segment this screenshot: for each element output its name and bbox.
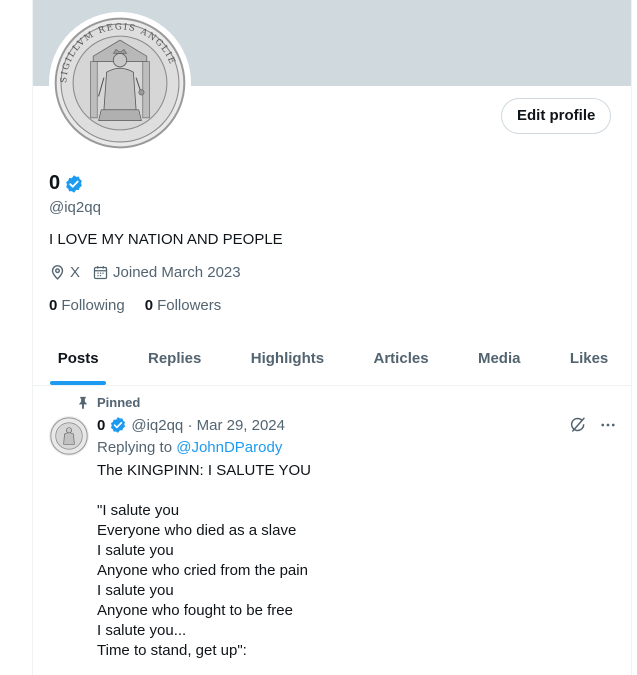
profile-meta: X Joined March 2023 [49, 264, 253, 281]
post-text: The KINGPINN: I SALUTE YOU "I salute you… [97, 462, 311, 659]
post-actions [569, 416, 617, 434]
verified-icon[interactable] [64, 174, 84, 194]
followers-link[interactable]: 0 Followers [145, 297, 222, 314]
tab-likes[interactable]: Likes [545, 334, 631, 385]
profile-location: X [49, 264, 80, 281]
verified-icon[interactable] [109, 416, 127, 434]
calendar-icon [93, 266, 108, 280]
profile-name-row: 0 [49, 172, 84, 195]
post-avatar[interactable] [49, 416, 89, 456]
profile-handle: @iq2qq [49, 199, 101, 216]
profile-joined: Joined March 2023 [92, 264, 241, 281]
following-link[interactable]: 0 Following [49, 297, 125, 314]
tab-highlights[interactable]: Highlights [226, 334, 349, 385]
replying-to: Replying to @JohnDParody [97, 439, 283, 456]
tab-replies[interactable]: Replies [123, 334, 226, 385]
profile-tabs: Posts Replies Highlights Articles Media … [33, 334, 631, 386]
post-header: 0 @iq2qq · Mar 29, 2024 [97, 416, 285, 434]
tab-articles[interactable]: Articles [349, 334, 453, 385]
pin-icon [78, 396, 88, 409]
post-author-name[interactable]: 0 [97, 417, 105, 434]
profile-page: SIGILLVM REGIS ANGLIE Edit profile 0 @iq… [32, 0, 632, 675]
post-meta[interactable]: @iq2qq · Mar 29, 2024 [131, 417, 285, 434]
replying-to-link[interactable]: @JohnDParody [176, 439, 282, 456]
edit-profile-button[interactable]: Edit profile [501, 98, 612, 134]
active-tab-indicator [50, 381, 107, 385]
joined-text: Joined March 2023 [113, 264, 241, 281]
location-text: X [70, 264, 81, 281]
follow-stats: 0 Following 0 Followers [49, 297, 221, 314]
more-icon[interactable] [599, 416, 617, 434]
profile-bio: I LOVE MY NATION AND PEOPLE [49, 231, 283, 248]
pinned-post[interactable]: Pinned 0 @iq2qq · Mar 29, 2024 Replying … [33, 386, 631, 675]
pinned-indicator: Pinned [77, 395, 140, 410]
location-icon [51, 265, 64, 280]
seal-image-small [50, 417, 88, 455]
tab-posts[interactable]: Posts [33, 334, 123, 385]
tab-media[interactable]: Media [453, 334, 545, 385]
grok-icon[interactable] [569, 416, 587, 434]
profile-name: 0 [49, 172, 61, 194]
seal-image: SIGILLVM REGIS ANGLIE [54, 17, 186, 149]
profile-avatar[interactable]: SIGILLVM REGIS ANGLIE [49, 12, 191, 154]
